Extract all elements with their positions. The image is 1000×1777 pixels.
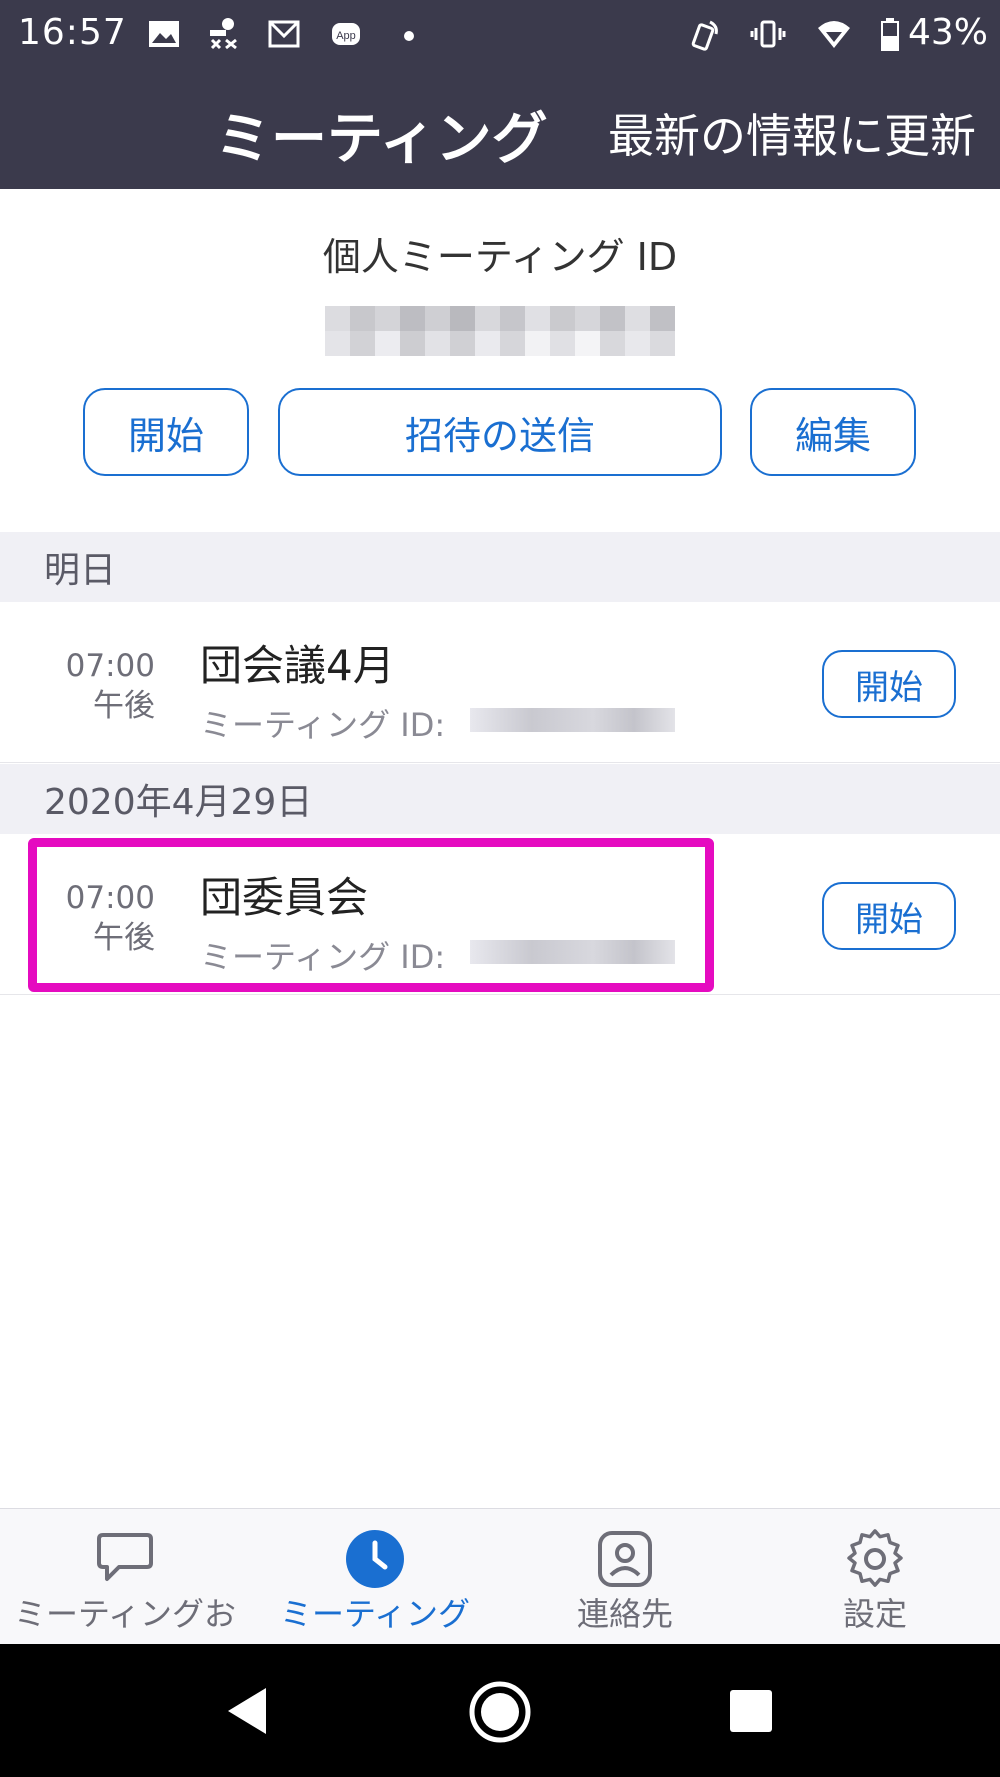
image-icon <box>149 21 179 47</box>
meeting-id-label: ミーティング ID: <box>200 706 446 744</box>
start-meeting-button[interactable]: 開始 <box>822 650 956 718</box>
nav-meetings[interactable]: ミーティング <box>250 1509 500 1645</box>
app-icon: App <box>332 23 360 45</box>
nav-label: ミーティングお <box>13 1595 237 1633</box>
chat-bubble-icon <box>97 1533 153 1581</box>
nav-label: 設定 <box>842 1595 907 1633</box>
clock-icon <box>346 1530 404 1588</box>
personal-meeting-id-redacted <box>325 306 675 356</box>
nav-settings[interactable]: 設定 <box>750 1509 1000 1645</box>
battery-percent: 43% <box>908 12 989 53</box>
svg-text:App: App <box>336 30 356 42</box>
meeting-title: 団会議4月 <box>200 641 395 690</box>
dot-icon <box>404 31 414 41</box>
notification-icon <box>210 18 237 50</box>
home-icon[interactable] <box>468 1680 532 1744</box>
system-nav-bar <box>0 1644 1000 1777</box>
nfc-icon <box>691 20 718 51</box>
personal-meeting-id-label: 個人ミーティング ID <box>322 235 678 279</box>
refresh-button[interactable]: 最新の情報に更新 <box>608 100 976 166</box>
meeting-ampm: 午後 <box>93 688 155 724</box>
nav-contacts[interactable]: 連絡先 <box>500 1509 750 1645</box>
section-heading: 2020年4月29日 <box>0 764 1000 834</box>
contact-icon <box>598 1531 652 1587</box>
nav-meeting-chat[interactable]: ミーティングお <box>0 1509 250 1645</box>
start-meeting-button[interactable]: 開始 <box>822 882 956 950</box>
page-title: ミーティング <box>215 107 548 172</box>
vibrate-icon <box>750 20 786 48</box>
back-icon[interactable] <box>222 1684 272 1738</box>
nav-label: ミーティング <box>279 1595 471 1633</box>
start-meeting-button[interactable]: 開始 <box>83 388 249 476</box>
recents-icon[interactable] <box>728 1688 774 1734</box>
bottom-nav: ミーティングお ミーティング 連絡先 設定 <box>0 1508 1000 1645</box>
gmail-icon <box>268 20 300 48</box>
status-bar: 16:57 App 43% <box>0 0 1000 72</box>
edit-button[interactable]: 編集 <box>750 388 916 476</box>
send-invite-button[interactable]: 招待の送信 <box>278 388 722 476</box>
status-time: 16:57 <box>18 12 127 53</box>
highlight-box <box>28 838 714 992</box>
gear-icon <box>847 1529 903 1587</box>
nav-label: 連絡先 <box>576 1595 673 1633</box>
meeting-row[interactable]: 07:00 午後 団会議4月 ミーティング ID: 開始 <box>0 602 1000 763</box>
meeting-id-redacted <box>470 708 675 732</box>
wifi-icon <box>818 21 850 48</box>
app-bar: ミーティング 最新の情報に更新 <box>0 72 1000 189</box>
section-heading: 明日 <box>0 532 1000 602</box>
meeting-time: 07:00 <box>65 648 155 684</box>
battery-icon <box>881 18 899 51</box>
